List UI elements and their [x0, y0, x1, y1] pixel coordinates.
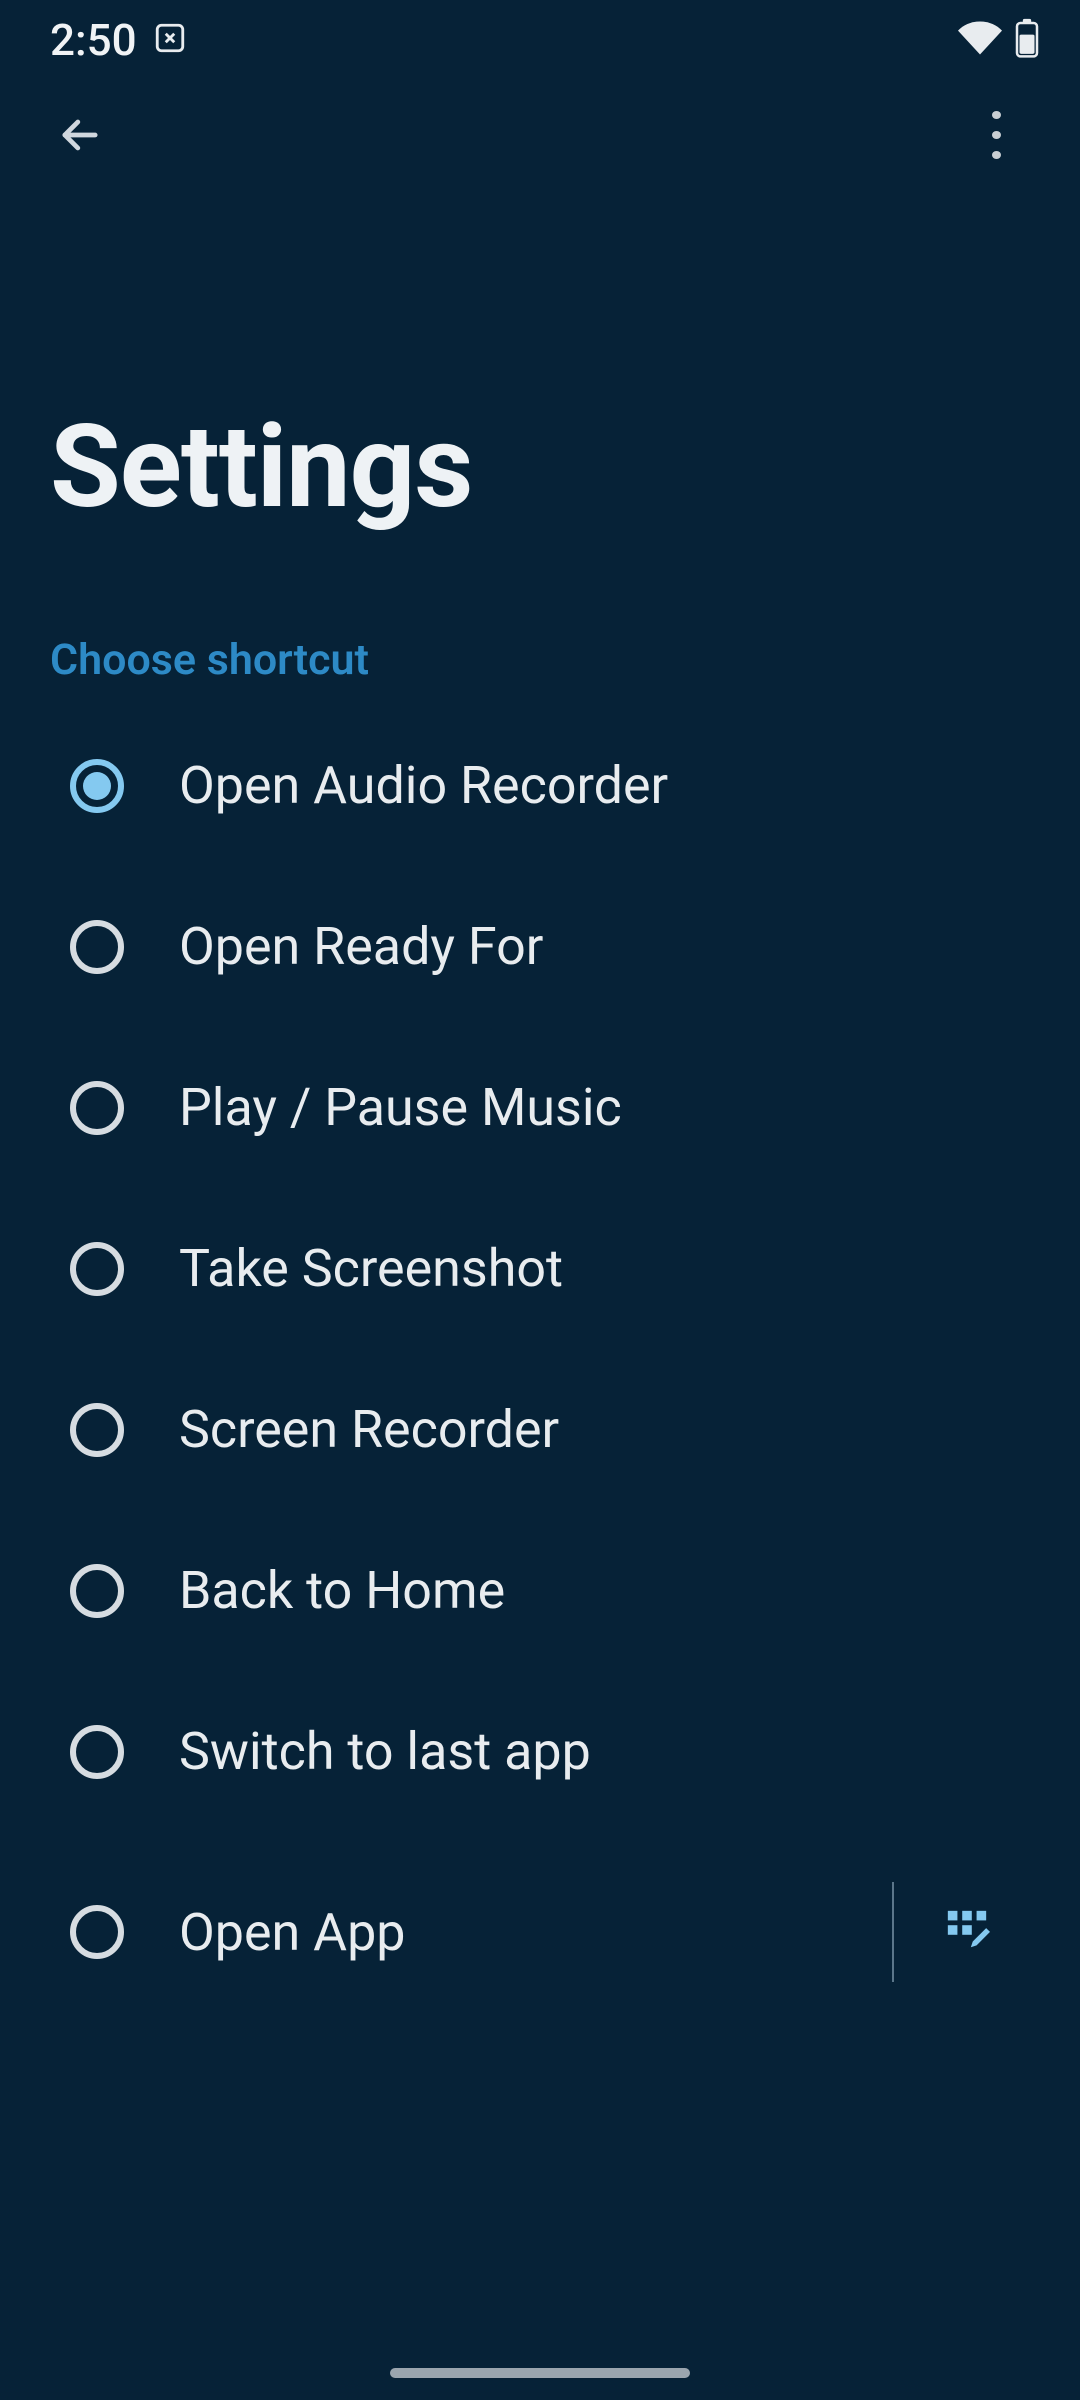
option-label: Switch to last app: [179, 1721, 1030, 1782]
battery-icon: [1014, 18, 1040, 62]
navigation-gesture-handle[interactable]: [390, 2368, 690, 2378]
radio-button[interactable]: [70, 1725, 124, 1779]
apps-edit-icon: [944, 1907, 990, 1953]
option-row[interactable]: Open Ready For: [50, 866, 1030, 1027]
option-label: Back to Home: [179, 1560, 1030, 1621]
option-label: Open App: [179, 1902, 837, 1963]
radio-button[interactable]: [70, 920, 124, 974]
option-label: Take Screenshot: [179, 1238, 1030, 1299]
radio-button[interactable]: [70, 1081, 124, 1135]
option-row[interactable]: Screen Recorder: [50, 1349, 1030, 1510]
option-row[interactable]: Switch to last app: [50, 1671, 1030, 1832]
radio-button[interactable]: [70, 1242, 124, 1296]
status-left: 2:50: [50, 14, 187, 66]
status-app-icon: [153, 14, 187, 66]
option-row[interactable]: Back to Home: [50, 1510, 1030, 1671]
option-label: Open Audio Recorder: [179, 755, 1030, 816]
option-row[interactable]: Play / Pause Music: [50, 1027, 1030, 1188]
app-bar: [0, 80, 1080, 190]
option-label: Screen Recorder: [179, 1399, 1030, 1460]
shortcut-options-list: Open Audio Recorder Open Ready For Play / …: [0, 705, 1080, 2032]
back-button[interactable]: [50, 105, 110, 165]
option-row[interactable]: Open App: [50, 1832, 1030, 2032]
option-label: Play / Pause Music: [179, 1077, 1030, 1138]
status-right: [958, 16, 1040, 64]
status-bar: 2:50: [0, 0, 1080, 80]
radio-button[interactable]: [70, 1403, 124, 1457]
option-label: Open Ready For: [179, 916, 1030, 977]
title-area: Settings: [0, 190, 1080, 535]
radio-button[interactable]: [70, 759, 124, 813]
option-row[interactable]: Take Screenshot: [50, 1188, 1030, 1349]
status-time: 2:50: [50, 14, 137, 66]
option-row[interactable]: Open Audio Recorder: [50, 705, 1030, 866]
section-label: Choose shortcut: [0, 535, 1080, 705]
radio-button[interactable]: [70, 1564, 124, 1618]
more-vertical-icon: [992, 111, 1001, 119]
arrow-left-icon: [54, 109, 106, 161]
vertical-divider: [892, 1882, 894, 1982]
edit-app-button[interactable]: [944, 1907, 990, 1957]
radio-button[interactable]: [70, 1905, 124, 1959]
more-button[interactable]: [972, 111, 1020, 159]
page-title: Settings: [50, 400, 1030, 535]
edit-app-section: [892, 1882, 1030, 1982]
wifi-icon: [958, 16, 1002, 64]
